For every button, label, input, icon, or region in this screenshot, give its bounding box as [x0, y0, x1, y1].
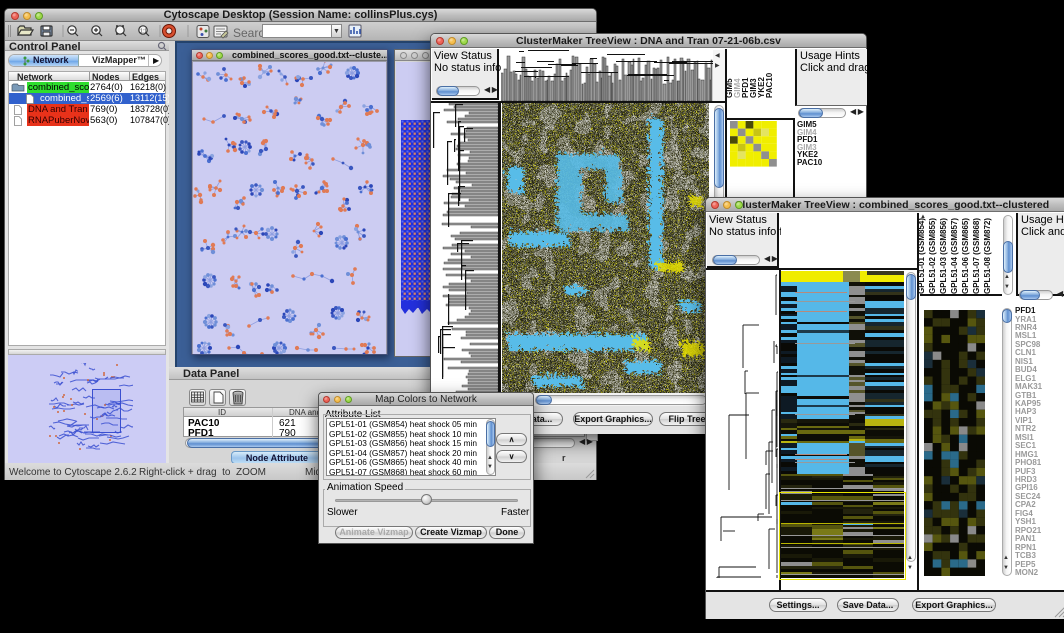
svg-text:1:1: 1:1: [140, 29, 147, 35]
